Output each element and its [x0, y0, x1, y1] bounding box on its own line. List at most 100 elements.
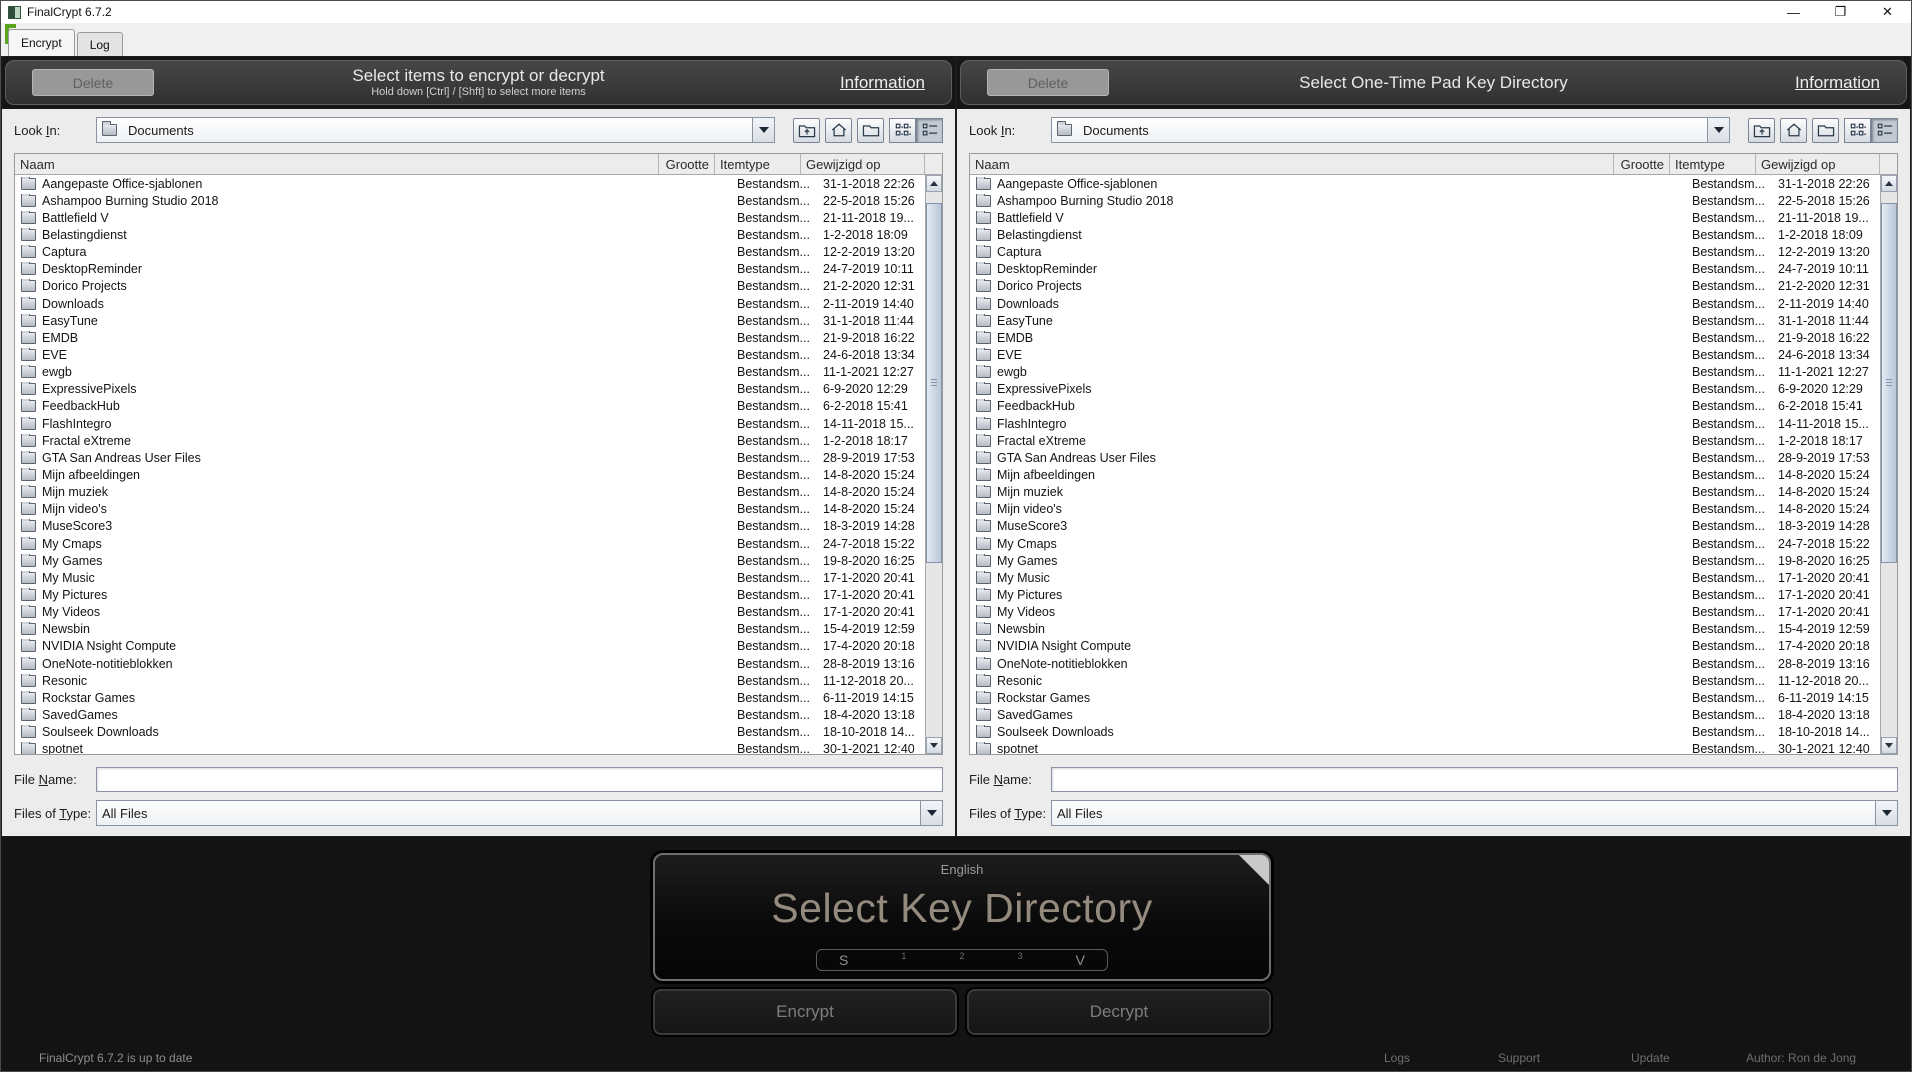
- chevron-down-icon[interactable]: [920, 801, 942, 825]
- file-row[interactable]: FlashIntegro Bestandsm... 14-11-2018 15...: [970, 415, 1880, 432]
- column-header-gewijzigd[interactable]: Gewijzigd op: [801, 154, 925, 174]
- vertical-scrollbar-left[interactable]: [925, 175, 942, 754]
- key-action-panel[interactable]: English Select Key Directory S 1 2 3 V: [653, 853, 1271, 981]
- file-row[interactable]: EVE Bestandsm... 24-6-2018 13:34: [970, 346, 1880, 363]
- file-row[interactable]: Soulseek Downloads Bestandsm... 18-10-2018…: [15, 724, 925, 741]
- scroll-up-icon[interactable]: [1881, 175, 1897, 192]
- file-row[interactable]: My Videos Bestandsm... 17-1-2020 20:41: [970, 604, 1880, 621]
- file-row[interactable]: My Pictures Bestandsm... 17-1-2020 20:41: [970, 586, 1880, 603]
- information-link-right[interactable]: Information: [1795, 73, 1880, 93]
- scroll-down-icon[interactable]: [926, 737, 942, 754]
- file-row[interactable]: OneNote-notitieblokken Bestandsm... 28-8-2…: [15, 655, 925, 672]
- column-header-naam[interactable]: Naam: [15, 154, 659, 174]
- file-row[interactable]: Downloads Bestandsm... 2-11-2019 14:40: [15, 295, 925, 312]
- file-row[interactable]: Rockstar Games Bestandsm... 6-11-2019 14:1…: [970, 689, 1880, 706]
- file-row[interactable]: DesktopReminder Bestandsm... 24-7-2019 10:…: [15, 261, 925, 278]
- file-row[interactable]: OneNote-notitieblokken Bestandsm... 28-8-2…: [970, 655, 1880, 672]
- file-row[interactable]: My Games Bestandsm... 19-8-2020 16:25: [15, 552, 925, 569]
- delete-button-left[interactable]: Delete: [32, 69, 154, 96]
- column-header-grootte[interactable]: Grootte: [1614, 154, 1670, 174]
- file-row[interactable]: ewgb Bestandsm... 11-1-2021 12:27: [970, 364, 1880, 381]
- support-link[interactable]: Support: [1498, 1051, 1540, 1065]
- up-folder-button[interactable]: [793, 117, 820, 143]
- column-header-itemtype[interactable]: Itemtype: [715, 154, 801, 174]
- minimize-button[interactable]: —: [1770, 1, 1817, 23]
- file-name-input[interactable]: [96, 767, 943, 792]
- tab-encrypt[interactable]: Encrypt: [8, 29, 75, 56]
- scrollbar-thumb[interactable]: [1881, 202, 1897, 563]
- files-of-type-combobox-right[interactable]: All Files: [1051, 800, 1898, 826]
- language-label[interactable]: English: [655, 862, 1269, 877]
- file-row[interactable]: ExpressivePixels Bestandsm... 6-9-2020 12:…: [15, 381, 925, 398]
- chevron-down-icon[interactable]: [1875, 801, 1897, 825]
- logs-link[interactable]: Logs: [1384, 1051, 1410, 1065]
- file-row[interactable]: SavedGames Bestandsm... 18-4-2020 13:18: [970, 706, 1880, 723]
- file-row[interactable]: My Videos Bestandsm... 17-1-2020 20:41: [15, 604, 925, 621]
- file-row[interactable]: NVIDIA Nsight Compute Bestandsm... 17-4-20…: [970, 638, 1880, 655]
- file-row[interactable]: Dorico Projects Bestandsm... 21-2-2020 12:…: [15, 278, 925, 295]
- icons-view-button[interactable]: [889, 117, 916, 143]
- file-row[interactable]: My Music Bestandsm... 17-1-2020 20:41: [15, 569, 925, 586]
- icons-view-button[interactable]: [1844, 117, 1871, 143]
- home-button[interactable]: [1780, 117, 1807, 143]
- file-row[interactable]: MuseScore3 Bestandsm... 18-3-2019 14:28: [15, 518, 925, 535]
- file-row[interactable]: Resonic Bestandsm... 11-12-2018 20...: [970, 672, 1880, 689]
- file-row[interactable]: My Cmaps Bestandsm... 24-7-2018 15:22: [970, 535, 1880, 552]
- chevron-down-icon[interactable]: [752, 118, 774, 142]
- file-row[interactable]: SavedGames Bestandsm... 18-4-2020 13:18: [15, 706, 925, 723]
- file-row[interactable]: MuseScore3 Bestandsm... 18-3-2019 14:28: [970, 518, 1880, 535]
- file-row[interactable]: ewgb Bestandsm... 11-1-2021 12:27: [15, 364, 925, 381]
- file-row[interactable]: My Pictures Bestandsm... 17-1-2020 20:41: [15, 586, 925, 603]
- information-link-left[interactable]: Information: [840, 73, 925, 93]
- file-row[interactable]: FeedbackHub Bestandsm... 6-2-2018 15:41: [970, 398, 1880, 415]
- file-row[interactable]: Belastingdienst Bestandsm... 1-2-2018 18:0…: [15, 226, 925, 243]
- file-row[interactable]: Battlefield V Bestandsm... 21-11-2018 19..…: [970, 209, 1880, 226]
- file-row[interactable]: Belastingdienst Bestandsm... 1-2-2018 18:0…: [970, 226, 1880, 243]
- file-row[interactable]: FeedbackHub Bestandsm... 6-2-2018 15:41: [15, 398, 925, 415]
- details-view-button[interactable]: [1871, 117, 1898, 143]
- file-name-input[interactable]: [1051, 767, 1898, 792]
- look-in-combobox-left[interactable]: Documents: [96, 117, 775, 143]
- file-row[interactable]: My Music Bestandsm... 17-1-2020 20:41: [970, 569, 1880, 586]
- look-in-combobox-right[interactable]: Documents: [1051, 117, 1730, 143]
- file-row[interactable]: Battlefield V Bestandsm... 21-11-2018 19..…: [15, 209, 925, 226]
- file-row[interactable]: ExpressivePixels Bestandsm... 6-9-2020 12:…: [970, 381, 1880, 398]
- file-row[interactable]: Dorico Projects Bestandsm... 21-2-2020 12:…: [970, 278, 1880, 295]
- details-view-button[interactable]: [916, 117, 943, 143]
- up-folder-button[interactable]: [1748, 117, 1775, 143]
- file-row[interactable]: My Games Bestandsm... 19-8-2020 16:25: [970, 552, 1880, 569]
- file-row[interactable]: Captura Bestandsm... 12-2-2019 13:20: [15, 244, 925, 261]
- column-header-gewijzigd[interactable]: Gewijzigd op: [1756, 154, 1880, 174]
- scroll-down-icon[interactable]: [1881, 737, 1897, 754]
- file-row[interactable]: Resonic Bestandsm... 11-12-2018 20...: [15, 672, 925, 689]
- file-row[interactable]: Rockstar Games Bestandsm... 6-11-2019 14:1…: [15, 689, 925, 706]
- home-button[interactable]: [825, 117, 852, 143]
- file-row[interactable]: spotnet Bestandsm... 30-1-2021 12:40: [970, 741, 1880, 754]
- file-row[interactable]: EMDB Bestandsm... 21-9-2018 16:22: [970, 329, 1880, 346]
- file-row[interactable]: EasyTune Bestandsm... 31-1-2018 11:44: [15, 312, 925, 329]
- file-row[interactable]: Soulseek Downloads Bestandsm... 18-10-2018…: [970, 724, 1880, 741]
- encrypt-button[interactable]: Encrypt: [653, 989, 957, 1035]
- delete-button-right[interactable]: Delete: [987, 69, 1109, 96]
- file-row[interactable]: My Cmaps Bestandsm... 24-7-2018 15:22: [15, 535, 925, 552]
- close-button[interactable]: ✕: [1864, 1, 1911, 23]
- tab-log[interactable]: Log: [76, 32, 123, 56]
- file-row[interactable]: EVE Bestandsm... 24-6-2018 13:34: [15, 346, 925, 363]
- file-row[interactable]: Aangepaste Office-sjablonen Bestandsm... 3…: [970, 175, 1880, 192]
- files-of-type-combobox-left[interactable]: All Files: [96, 800, 943, 826]
- file-row[interactable]: Fractal eXtreme Bestandsm... 1-2-2018 18:1…: [15, 432, 925, 449]
- column-header-itemtype[interactable]: Itemtype: [1670, 154, 1756, 174]
- file-row[interactable]: GTA San Andreas User Files Bestandsm... 28…: [970, 449, 1880, 466]
- file-row[interactable]: Downloads Bestandsm... 2-11-2019 14:40: [970, 295, 1880, 312]
- file-row[interactable]: Ashampoo Burning Studio 2018 Bestandsm...…: [970, 192, 1880, 209]
- column-header-naam[interactable]: Naam: [970, 154, 1614, 174]
- vertical-scrollbar-right[interactable]: [1880, 175, 1897, 754]
- file-row[interactable]: spotnet Bestandsm... 30-1-2021 12:40: [15, 741, 925, 754]
- file-row[interactable]: Newsbin Bestandsm... 15-4-2019 12:59: [15, 621, 925, 638]
- file-row[interactable]: Fractal eXtreme Bestandsm... 1-2-2018 18:1…: [970, 432, 1880, 449]
- scrollbar-thumb[interactable]: [926, 202, 942, 563]
- new-folder-button[interactable]: [857, 117, 884, 143]
- new-folder-button[interactable]: [1812, 117, 1839, 143]
- file-row[interactable]: Mijn muziek Bestandsm... 14-8-2020 15:24: [970, 484, 1880, 501]
- restore-button[interactable]: ❐: [1817, 1, 1864, 23]
